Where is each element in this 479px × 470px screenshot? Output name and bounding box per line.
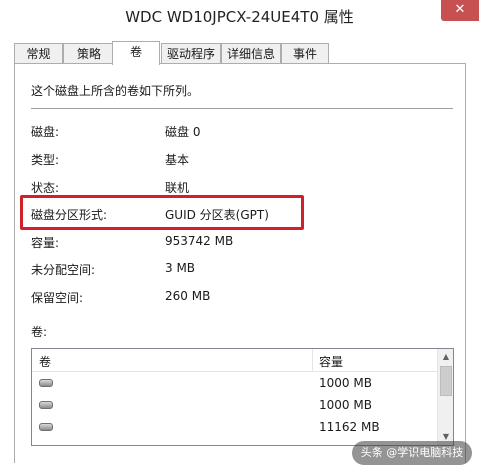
volume-row[interactable]: 11162 MB [32,417,439,437]
capacity-label: 容量: [31,236,60,250]
type-label: 类型: [31,153,60,167]
volume-row[interactable]: 1000 MB [32,395,439,415]
separator [31,108,453,109]
partition-style-value: GUID 分区表(GPT) [165,208,269,222]
volumes-list-label: 卷: [31,325,48,339]
scroll-thumb[interactable] [440,366,452,396]
title-bar: WDC WD10JPCX-24UE4T0 属性 ✕ [0,0,479,34]
status-value: 联机 [165,181,190,195]
column-header-volume[interactable]: 卷 [39,353,51,370]
tab-driver[interactable]: 驱动程序 [161,43,221,63]
vertical-scrollbar[interactable]: ▲ ▼ [437,349,453,445]
tab-strip: 常规 策略 卷 驱动程序 详细信息 事件 [14,41,474,65]
disk-icon [39,423,53,431]
disk-icon [39,379,53,387]
description-text: 这个磁盘上所含的卷如下所列。 [31,84,200,98]
reserved-value: 260 MB [165,289,211,303]
close-button[interactable]: ✕ [441,0,479,21]
reserved-label: 保留空间: [31,291,84,305]
disk-label: 磁盘: [31,125,60,139]
tab-volumes[interactable]: 卷 [112,41,160,65]
volume-row[interactable]: 1000 MB [32,373,439,393]
close-icon: ✕ [454,2,466,17]
volumes-list[interactable]: 卷 容量 1000 MB 1000 MB 11162 MB ▲ ▼ [31,348,454,446]
disk-icon [39,401,53,409]
tab-details[interactable]: 详细信息 [221,43,281,63]
tab-general[interactable]: 常规 [14,43,63,63]
volume-size: 11162 MB [319,420,380,434]
partition-style-label: 磁盘分区形式: [31,208,108,222]
capacity-value: 953742 MB [165,234,234,248]
tab-policies[interactable]: 策略 [63,43,115,63]
disk-value: 磁盘 0 [165,125,201,139]
column-divider[interactable] [312,349,313,371]
watermark: 头条 @学识电脑科技 [352,441,472,465]
window-title: WDC WD10JPCX-24UE4T0 属性 [125,8,354,26]
type-value: 基本 [165,153,190,167]
column-header-capacity[interactable]: 容量 [319,353,343,370]
volume-size: 1000 MB [319,376,372,390]
list-header: 卷 容量 [32,349,439,372]
status-label: 状态: [31,181,60,195]
tab-events[interactable]: 事件 [281,43,329,63]
volume-size: 1000 MB [319,398,372,412]
unallocated-value: 3 MB [165,261,196,275]
scroll-up-icon[interactable]: ▲ [438,349,453,365]
unallocated-label: 未分配空间: [31,263,96,277]
